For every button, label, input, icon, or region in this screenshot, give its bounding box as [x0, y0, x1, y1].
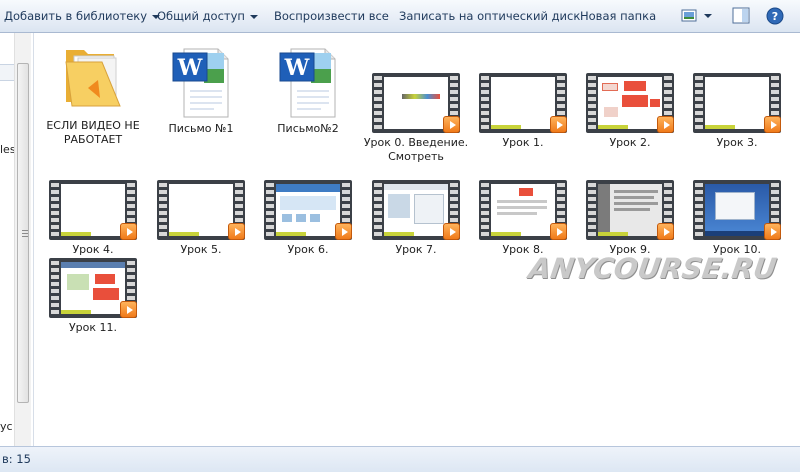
- file-item-video[interactable]: Урок 1.: [470, 73, 576, 150]
- change-view-button[interactable]: [680, 6, 712, 26]
- nav-item-fragment[interactable]: ус: [0, 420, 13, 433]
- share-label: Общий доступ: [157, 9, 245, 23]
- view-icon: [681, 9, 712, 22]
- preview-pane-button[interactable]: [731, 6, 753, 26]
- file-item-video[interactable]: Урок 4.: [40, 180, 146, 257]
- folder-icon: [62, 40, 124, 114]
- play-icon: [550, 223, 567, 240]
- command-bar: Добавить в библиотеку Общий доступ Воспр…: [0, 0, 800, 33]
- play-icon: [764, 116, 781, 133]
- file-item-video[interactable]: Урок 5.: [148, 180, 254, 257]
- help-button[interactable]: ?: [765, 6, 787, 26]
- item-count: в: 15: [2, 452, 31, 466]
- file-item-video[interactable]: Урок 9.: [577, 180, 683, 257]
- word-document-icon: W: [170, 45, 232, 119]
- file-name: Письмо №1: [168, 122, 234, 135]
- video-thumbnail: [479, 180, 567, 240]
- nav-pane-scrollbar[interactable]: [14, 33, 31, 446]
- play-icon: [657, 116, 674, 133]
- file-name: Урок 2.: [609, 136, 651, 149]
- file-item-video[interactable]: Урок 2.: [577, 73, 683, 150]
- word-document-icon: W: [277, 45, 339, 119]
- file-name: Урок 11.: [68, 321, 118, 334]
- video-thumbnail: [157, 180, 245, 240]
- svg-text:?: ?: [772, 10, 778, 23]
- play-icon: [657, 223, 674, 240]
- file-item-video[interactable]: Урок 10.: [684, 180, 790, 257]
- file-item-video[interactable]: Урок 3.: [684, 73, 790, 150]
- file-name: Урок 5.: [180, 243, 222, 256]
- scrollbar-thumb[interactable]: [17, 63, 29, 403]
- share-menu[interactable]: Общий доступ: [153, 4, 262, 28]
- burn-button[interactable]: Записать на оптический диск: [395, 4, 584, 28]
- add-to-library-menu[interactable]: Добавить в библиотеку: [0, 4, 164, 28]
- video-thumbnail: [264, 180, 352, 240]
- file-item-folder[interactable]: ЕСЛИ ВИДЕО НЕ РАБОТАЕТ: [40, 40, 146, 147]
- play-icon: [228, 223, 245, 240]
- file-item-video[interactable]: Урок 6.: [255, 180, 361, 257]
- video-thumbnail: [372, 73, 460, 133]
- chevron-down-icon: [249, 14, 258, 19]
- preview-pane-icon: [732, 7, 750, 24]
- file-item-document[interactable]: W Письмо №1: [148, 45, 254, 136]
- file-name: Урок 3.: [716, 136, 758, 149]
- nav-pane-header: [0, 64, 14, 81]
- file-item-video[interactable]: Урок 0. Введение. Смотреть: [363, 73, 469, 164]
- navigation-pane: les ус: [0, 33, 34, 446]
- play-icon: [120, 301, 137, 318]
- svg-text:W: W: [284, 55, 310, 81]
- play-icon: [443, 116, 460, 133]
- video-thumbnail: [372, 180, 460, 240]
- video-thumbnail: [586, 180, 674, 240]
- file-name: ЕСЛИ ВИДЕО НЕ РАБОТАЕТ: [46, 119, 140, 146]
- add-to-library-label: Добавить в библиотеку: [4, 9, 148, 23]
- file-item-video[interactable]: Урок 8.: [470, 180, 576, 257]
- play-icon: [120, 223, 137, 240]
- file-name: Письмо№2: [277, 122, 339, 135]
- video-thumbnail: [49, 258, 137, 318]
- status-bar: в: 15: [0, 446, 800, 472]
- video-thumbnail: [479, 73, 567, 133]
- file-name: Урок 0. Введение. Смотреть: [363, 136, 469, 163]
- video-thumbnail: [693, 180, 781, 240]
- svg-text:W: W: [177, 55, 203, 81]
- play-all-button[interactable]: Воспроизвести все: [270, 4, 393, 28]
- play-all-label: Воспроизвести все: [274, 9, 389, 23]
- file-name: Урок 6.: [287, 243, 329, 256]
- file-view: ЕСЛИ ВИДЕО НЕ РАБОТАЕТ W Письмо №1 W Пис…: [35, 33, 800, 446]
- file-item-video[interactable]: Урок 11.: [40, 258, 146, 335]
- video-thumbnail: [586, 73, 674, 133]
- file-item-document[interactable]: W Письмо№2: [255, 45, 361, 136]
- file-item-video[interactable]: Урок 7.: [363, 180, 469, 257]
- file-name: Урок 4.: [72, 243, 114, 256]
- new-folder-button[interactable]: Новая папка: [576, 4, 660, 28]
- play-icon: [335, 223, 352, 240]
- video-thumbnail: [693, 73, 781, 133]
- file-name: Урок 1.: [502, 136, 544, 149]
- play-icon: [550, 116, 567, 133]
- play-icon: [443, 223, 460, 240]
- play-icon: [764, 223, 781, 240]
- new-folder-label: Новая папка: [580, 9, 657, 23]
- watermark: ANYCOURSE.RU: [526, 252, 779, 285]
- burn-label: Записать на оптический диск: [399, 9, 581, 23]
- video-thumbnail: [49, 180, 137, 240]
- help-icon: ?: [766, 7, 784, 25]
- file-name: Урок 7.: [395, 243, 437, 256]
